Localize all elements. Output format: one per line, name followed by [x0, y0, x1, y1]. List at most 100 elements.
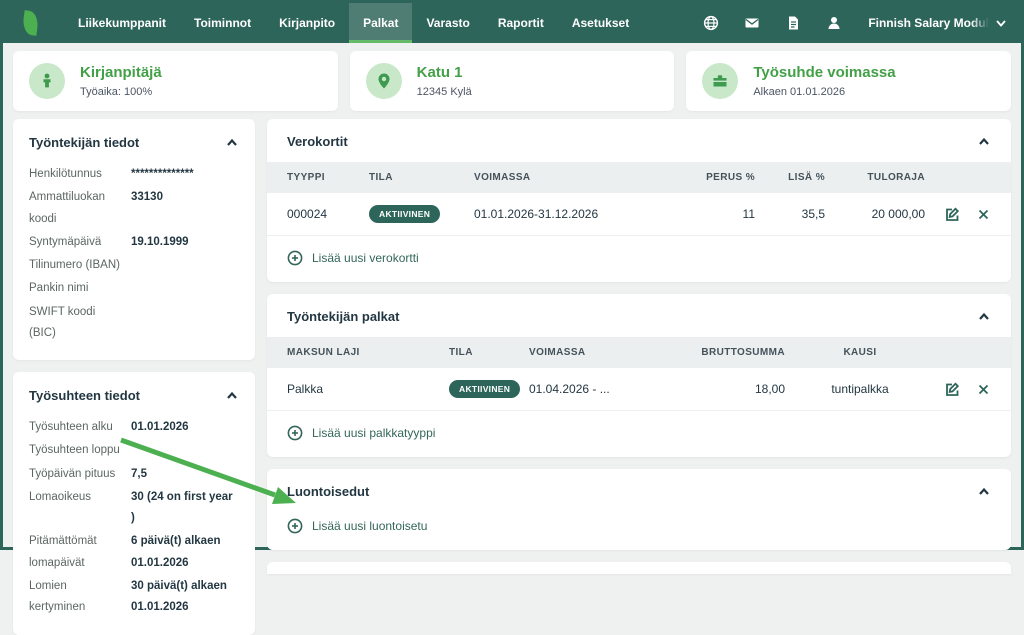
collapse-chevron-icon[interactable] [977, 135, 991, 149]
field-value: 6 päivä(t) alkaen 01.01.2026 [131, 531, 239, 574]
col-tyyppi: TYYPPI [287, 172, 369, 183]
field-label: Ammattiluokan koodi [29, 187, 131, 230]
panel-title: Luontoisedut [287, 484, 369, 499]
left-sidebar: Työntekijän tiedot Henkilötunnus *******… [13, 119, 255, 635]
field-value: 01.01.2026 [131, 417, 239, 438]
add-salary-type-button[interactable]: Lisää uusi palkkatyyppi [267, 411, 1011, 457]
next-panel-partial [267, 562, 1011, 574]
field-value: 30 päivä(t) alkaen 01.01.2026 [131, 576, 239, 619]
field-label: Lomaoikeus [29, 487, 131, 530]
table-header: MAKSUN LAJI TILA VOIMASSA BRUTTOSUMMA KA… [267, 337, 1011, 368]
nav-item-varasto[interactable]: Varasto [412, 3, 483, 43]
nav-item-asetukset[interactable]: Asetukset [558, 3, 643, 43]
field-label: SWIFT koodi (BIC) [29, 302, 131, 345]
field-row: Työpäivän pituus 7,5 [29, 464, 239, 485]
card-subtitle: Alkaen 01.01.2026 [753, 86, 895, 98]
nav-item-liikekumppanit[interactable]: Liikekumppanit [64, 3, 180, 43]
cell-lisa: 35,5 [755, 207, 825, 221]
briefcase-icon [702, 63, 738, 99]
user-icon[interactable] [825, 15, 842, 32]
table-header: TYYPPI TILA VOIMASSA PERUS % LISÄ % TULO… [267, 162, 1011, 193]
mail-icon[interactable] [743, 15, 760, 32]
globe-icon[interactable] [702, 15, 719, 32]
user-dropdown-label: Finnish Salary Modul [868, 16, 989, 30]
table-row: Palkka AKTIIVINEN 01.04.2026 - ... 18,00… [267, 368, 1011, 411]
main-content: Verokortit TYYPPI TILA VOIMASSA PERUS % … [267, 119, 1011, 574]
col-voimassa: VOIMASSA [474, 172, 675, 183]
field-label: Pankin nimi [29, 278, 131, 299]
add-salary-type-label: Lisää uusi palkkatyyppi [312, 426, 435, 440]
panel-title: Työntekijän palkat [287, 309, 399, 324]
edit-icon[interactable] [945, 382, 960, 397]
field-row: Työsuhteen alku 01.01.2026 [29, 417, 239, 438]
summary-cards-row: Kirjanpitäjä Työaika: 100% Katu 1 12345 … [3, 43, 1021, 111]
field-value [131, 255, 239, 276]
cell-kausi: tuntipalkka [785, 382, 935, 396]
field-row: Syntymäpäivä 19.10.1999 [29, 232, 239, 253]
field-label: Lomien kertyminen [29, 576, 131, 619]
add-benefit-label: Lisää uusi luontoisetu [312, 519, 427, 533]
cell-bruttosumma: 18,00 [635, 382, 785, 396]
field-label: Henkilötunnus [29, 164, 131, 185]
delete-icon[interactable] [976, 382, 991, 397]
collapse-chevron-icon[interactable] [977, 310, 991, 324]
collapse-chevron-icon[interactable] [225, 136, 239, 150]
card-subtitle: Työaika: 100% [80, 86, 162, 98]
add-tax-card-button[interactable]: Lisää uusi verokortti [267, 236, 1011, 282]
chevron-down-icon [995, 17, 1007, 29]
add-tax-card-label: Lisää uusi verokortti [312, 251, 419, 265]
col-perus: PERUS % [675, 172, 755, 183]
col-kausi: KAUSI [785, 347, 935, 358]
field-label: Työsuhteen loppu [29, 440, 131, 461]
field-row: Pitämättömät lomapäivät 6 päivä(t) alkae… [29, 531, 239, 574]
tax-cards-panel: Verokortit TYYPPI TILA VOIMASSA PERUS % … [267, 119, 1011, 282]
card-subtitle: 12345 Kylä [417, 86, 472, 98]
edit-icon[interactable] [945, 207, 960, 222]
plus-circle-icon [287, 250, 303, 266]
employee-info-panel: Työntekijän tiedot Henkilötunnus *******… [13, 119, 255, 360]
add-benefit-button[interactable]: Lisää uusi luontoisetu [267, 512, 1011, 550]
cell-tyyppi: 000024 [287, 207, 369, 221]
plus-circle-icon [287, 518, 303, 534]
nav-item-kirjanpito[interactable]: Kirjanpito [265, 3, 349, 43]
card-title: Katu 1 [417, 64, 472, 83]
field-label: Työsuhteen alku [29, 417, 131, 438]
col-voimassa: VOIMASSA [529, 347, 635, 358]
document-icon[interactable] [784, 15, 801, 32]
panel-title: Työntekijän tiedot [29, 135, 139, 150]
field-value [131, 440, 239, 461]
person-icon [29, 63, 65, 99]
collapse-chevron-icon[interactable] [225, 389, 239, 403]
field-value: 30 (24 on first year ) [131, 487, 239, 530]
field-label: Työpäivän pituus [29, 464, 131, 485]
leaf-logo-icon [21, 10, 39, 36]
main-menu: Liikekumppanit Toiminnot Kirjanpito Palk… [64, 3, 643, 43]
status-badge: AKTIIVINEN [449, 380, 520, 398]
card-title: Kirjanpitäjä [80, 64, 162, 83]
col-lisa: LISÄ % [755, 172, 825, 183]
field-value: 33130 [131, 187, 239, 230]
field-row: SWIFT koodi (BIC) [29, 302, 239, 345]
field-row: Pankin nimi [29, 278, 239, 299]
benefits-panel: Luontoisedut Lisää uusi luontoisetu [267, 469, 1011, 550]
collapse-chevron-icon[interactable] [977, 485, 991, 499]
field-label: Tilinumero (IBAN) [29, 255, 131, 276]
field-row: Tilinumero (IBAN) [29, 255, 239, 276]
field-row: Lomien kertyminen 30 päivä(t) alkaen 01.… [29, 576, 239, 619]
field-row: Henkilötunnus ************** [29, 164, 239, 185]
nav-item-toiminnot[interactable]: Toiminnot [180, 3, 265, 43]
panel-title: Verokortit [287, 134, 348, 149]
top-navbar: Liikekumppanit Toiminnot Kirjanpito Palk… [3, 3, 1021, 43]
cell-tuloraja: 20 000,00 [825, 207, 925, 221]
field-row: Työsuhteen loppu [29, 440, 239, 461]
field-value: 19.10.1999 [131, 232, 239, 253]
nav-item-raportit[interactable]: Raportit [484, 3, 558, 43]
field-row: Ammattiluokan koodi 33130 [29, 187, 239, 230]
summary-card-address: Katu 1 12345 Kylä [350, 51, 675, 111]
user-dropdown[interactable]: Finnish Salary Modul [868, 16, 1007, 30]
panel-title: Työsuhteen tiedot [29, 388, 140, 403]
nav-item-palkat[interactable]: Palkat [349, 3, 412, 43]
delete-icon[interactable] [976, 207, 991, 222]
col-tuloraja: TULORAJA [825, 172, 925, 183]
status-badge: AKTIIVINEN [369, 205, 440, 223]
